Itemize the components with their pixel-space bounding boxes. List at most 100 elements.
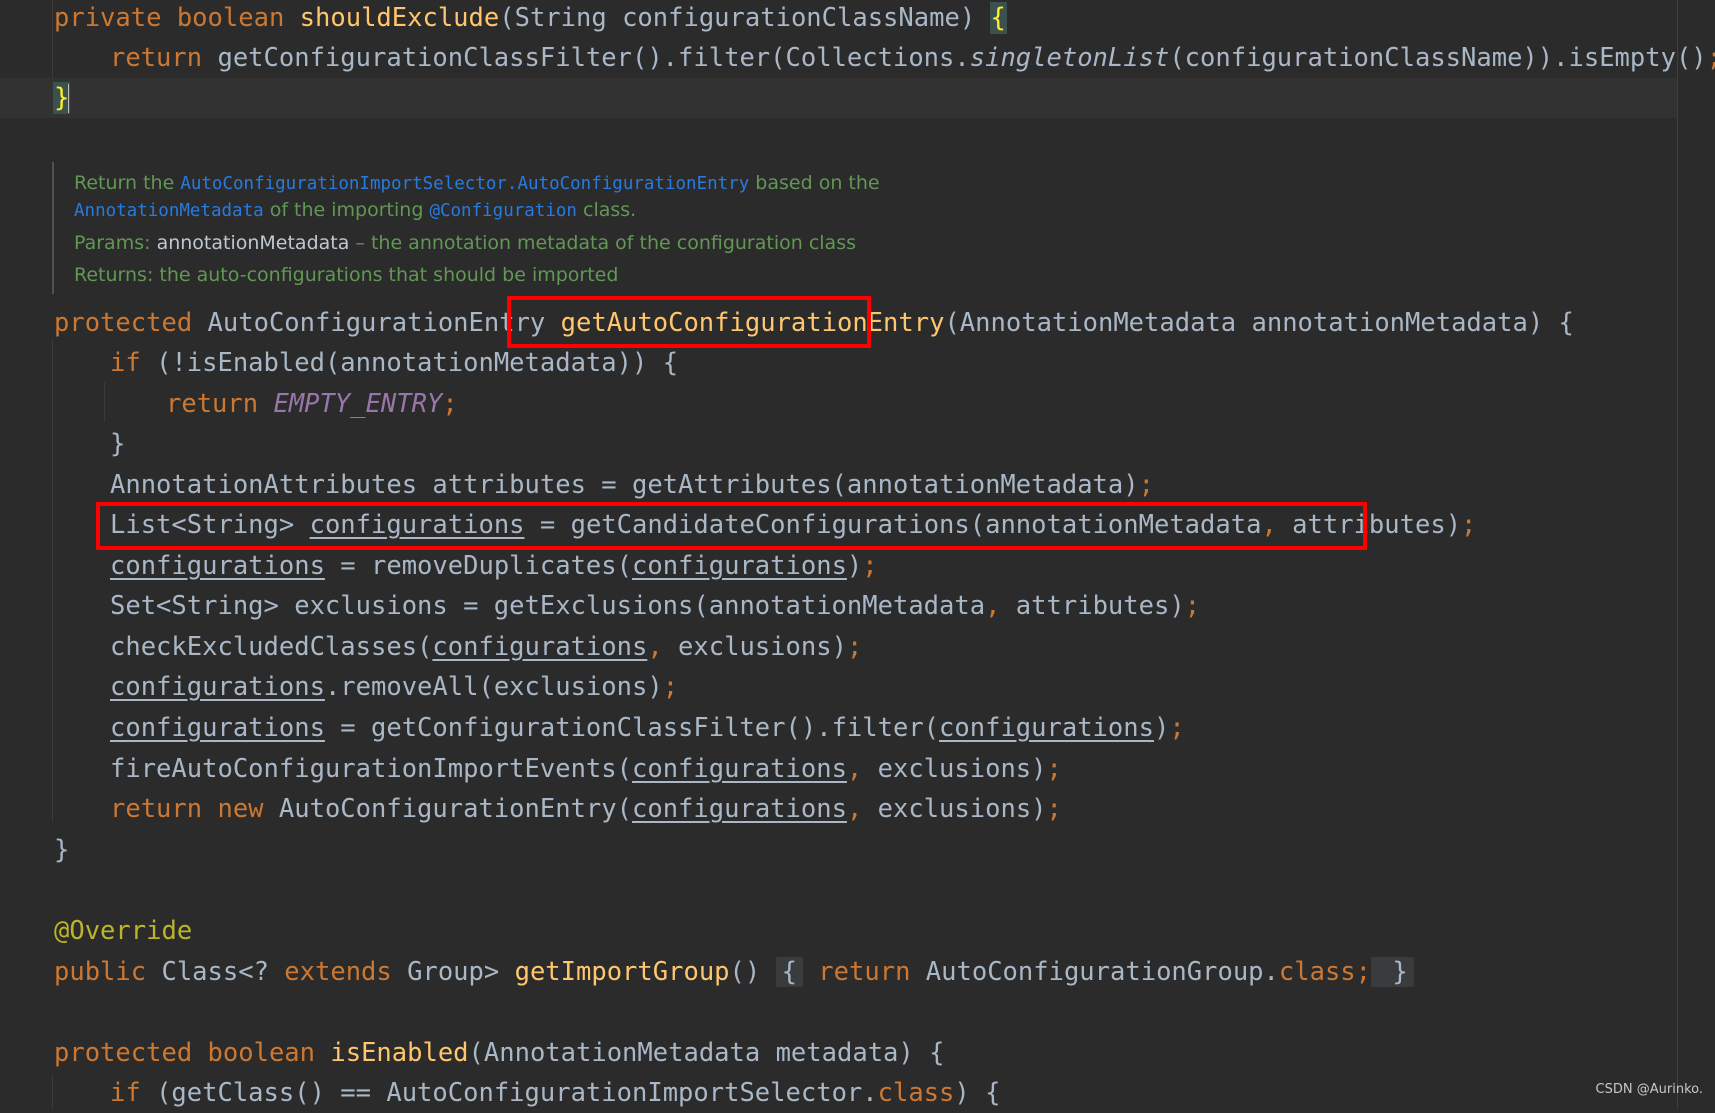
semicolon: ; (1046, 794, 1062, 824)
code-editor[interactable]: private boolean shouldExclude(String con… (0, 0, 1715, 1109)
highlight-box-method-name (507, 296, 871, 348)
comma: , (985, 591, 1001, 621)
code-text: (AnnotationMetadata metadata) { (468, 1038, 945, 1068)
code-text: (!isEnabled(annotationMetadata)) { (156, 348, 679, 378)
code-text: (AnnotationMetadata annotationMetadata) … (944, 308, 1574, 338)
code-text: Group> (407, 957, 515, 987)
keyword: if (110, 1078, 157, 1108)
method-name: isEnabled (330, 1038, 469, 1068)
code-text: exclusions) (862, 794, 1047, 824)
semicolon: ; (1707, 43, 1715, 73)
method-name: shouldExclude (299, 3, 500, 33)
folded-region-open[interactable]: { (775, 957, 803, 987)
keyword: public (54, 957, 162, 987)
reassigned-variable: configurations (110, 551, 325, 581)
code-text: checkExcludedClasses( (110, 632, 433, 662)
reassigned-variable: configurations (432, 632, 648, 662)
doc-text: – the annotation metadata of the configu… (349, 232, 856, 254)
reassigned-variable: configurations (631, 551, 847, 581)
code-line[interactable]: configurations = removeDuplicates(config… (110, 546, 878, 586)
doc-row: Returns: the auto-configurations that sh… (74, 264, 618, 286)
code-text: (getClass() == AutoConfigurationImportSe… (156, 1078, 878, 1108)
code-line[interactable]: configurations.removeAll(exclusions); (110, 667, 678, 707)
folded-region-close[interactable]: } (1371, 957, 1414, 987)
keyword: boolean (176, 3, 300, 33)
reassigned-variable: configurations (631, 754, 847, 784)
code-line[interactable]: checkExcludedClasses(configurations, exc… (110, 627, 862, 667)
doc-text: Return the (74, 172, 181, 194)
comma: , (846, 754, 863, 784)
keyword: return (110, 43, 218, 73)
code-line[interactable]: protected boolean isEnabled(AnnotationMe… (54, 1033, 944, 1073)
static-method: singletonList (969, 43, 1170, 73)
keyword: protected (54, 1038, 208, 1068)
code-text: () (729, 957, 776, 987)
javadoc-render: Return the AutoConfigurationImportSelect… (52, 162, 954, 294)
code-text: = getConfigurationClassFilter().filter( (324, 713, 940, 743)
code-line[interactable]: return EMPTY_ENTRY; (166, 384, 458, 424)
text-caret (68, 84, 71, 114)
reassigned-variable: configurations (939, 713, 1154, 743)
code-text: exclusions) (662, 632, 847, 662)
highlight-box-candidate-configurations (96, 502, 1367, 550)
code-text: = removeDuplicates( (324, 551, 632, 581)
indent-guide (104, 382, 105, 422)
code-line[interactable]: } (54, 830, 69, 870)
code-line[interactable]: } (52, 78, 71, 118)
doc-text: of the importing (263, 199, 430, 221)
code-line[interactable]: return new AutoConfigurationEntry(config… (110, 789, 1062, 829)
indent-guide (52, 0, 53, 78)
doc-params-label: Params: (74, 232, 157, 254)
code-line[interactable]: public Class<? extends Group> getImportG… (54, 952, 1414, 992)
doc-returns: Returns: the auto-configurations that sh… (74, 264, 619, 286)
reassigned-variable: configurations (110, 672, 325, 702)
comma: , (846, 794, 863, 824)
doc-text: based on the (749, 172, 880, 194)
keyword: return (166, 389, 274, 419)
doc-param-name: annotationMetadata (156, 232, 350, 254)
matched-brace: { (989, 2, 1007, 34)
annotation: @Override (54, 916, 193, 946)
watermark: CSDN @Aurinko. (1595, 1082, 1703, 1097)
semicolon: ; (846, 632, 863, 662)
code-line[interactable]: AnnotationAttributes attributes = getAtt… (110, 465, 1154, 505)
code-line[interactable]: if (!isEnabled(annotationMetadata)) { (110, 343, 678, 383)
doc-row: AnnotationMetadata of the importing @Con… (74, 199, 636, 221)
reassigned-variable: configurations (110, 713, 325, 743)
code-text: attributes) (1000, 591, 1185, 621)
code-line[interactable]: } (110, 424, 125, 464)
semicolon: ; (662, 672, 679, 702)
semicolon: ; (1355, 957, 1372, 987)
comma: , (647, 632, 663, 662)
code-line[interactable]: fireAutoConfigurationImportEvents(config… (110, 749, 1062, 789)
code-line[interactable]: private boolean shouldExclude(String con… (54, 0, 1007, 38)
keyword: class (877, 1078, 955, 1108)
code-line[interactable]: configurations = getConfigurationClassFi… (110, 708, 1185, 748)
doc-row: Return the AutoConfigurationImportSelect… (74, 172, 880, 194)
code-text: AutoConfigurationEntry( (278, 794, 632, 824)
doc-link[interactable]: AnnotationMetadata (74, 201, 264, 221)
code-text: .removeAll(exclusions) (324, 672, 663, 702)
doc-link[interactable]: AutoConfigurationImportSelector.AutoConf… (180, 174, 749, 194)
code-line[interactable]: return getConfigurationClassFilter().fil… (110, 38, 1715, 78)
semicolon: ; (1184, 591, 1201, 621)
code-line[interactable]: Set<String> exclusions = getExclusions(a… (110, 586, 1200, 626)
matched-brace: } (52, 82, 71, 114)
semicolon: ; (1138, 470, 1154, 500)
keyword: protected (54, 308, 208, 338)
code-text: (configurationClassName)).isEmpty() (1169, 43, 1707, 73)
code-text: Set<String> exclusions = getExclusions(a… (110, 591, 986, 621)
right-margin-guide (1677, 0, 1678, 1109)
code-text: AutoConfigurationGroup. (925, 957, 1279, 987)
code-text: (String configurationClassName) (499, 3, 991, 33)
code-text: ) (1153, 713, 1170, 743)
keyword: private (54, 3, 177, 33)
code-text: fireAutoConfigurationImportEvents( (110, 754, 632, 784)
current-line-highlight (0, 78, 1677, 118)
doc-row: Params: annotationMetadata – the annotat… (74, 232, 856, 254)
code-line[interactable]: if (getClass() == AutoConfigurationImpor… (110, 1073, 1000, 1113)
code-text: } (54, 835, 70, 865)
code-line[interactable]: @Override (54, 911, 192, 951)
static-constant: EMPTY_ENTRY (273, 389, 443, 419)
code-text: } (110, 429, 126, 459)
